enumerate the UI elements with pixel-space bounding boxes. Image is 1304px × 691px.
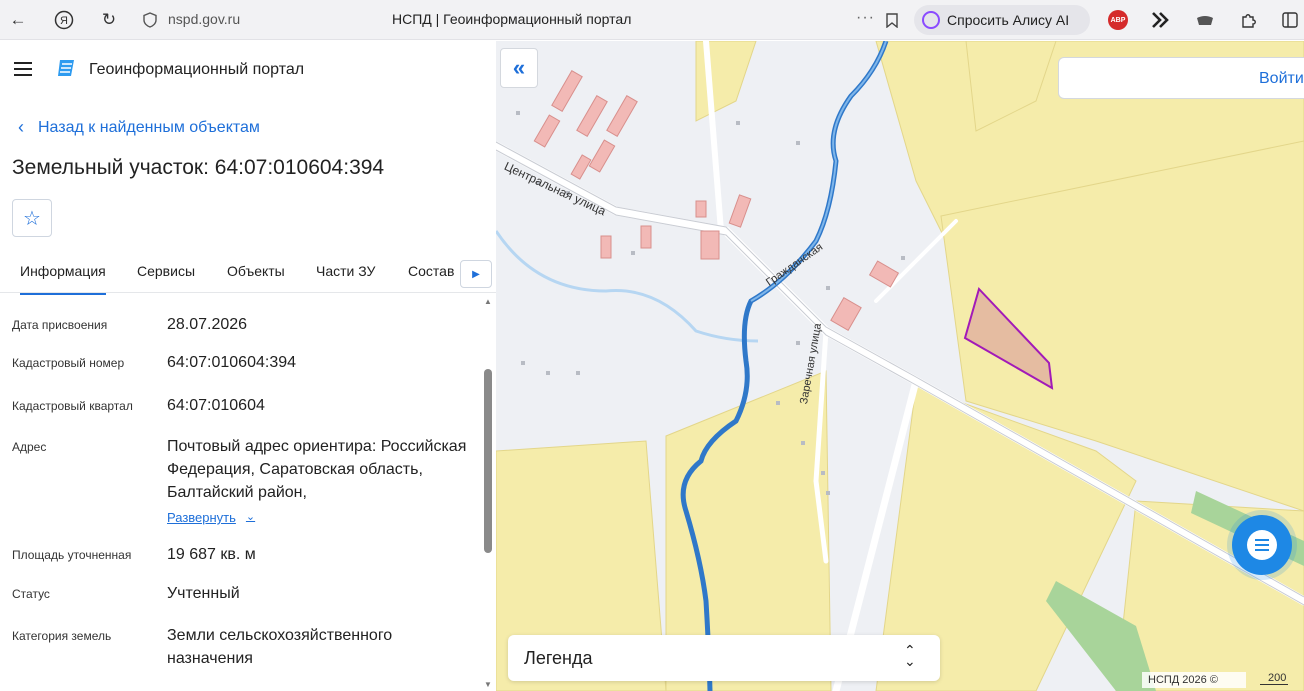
reload-icon[interactable]: ↻ — [97, 8, 121, 32]
ask-alice-button[interactable]: Спросить Алису AI — [914, 5, 1090, 35]
svg-text:Я: Я — [60, 15, 68, 27]
tab-parts[interactable]: Части ЗУ — [316, 263, 375, 279]
chevron-left-icon: ‹ — [18, 117, 24, 137]
address-block: Почтовый адрес ориентира: Российская Фед… — [167, 435, 472, 529]
favorite-button[interactable]: ☆ — [12, 199, 52, 237]
puzzle-icon[interactable] — [1237, 8, 1261, 32]
star-icon: ☆ — [23, 207, 41, 230]
property-label: Статус — [12, 587, 50, 601]
object-tabs: Информация Сервисы Объекты Части ЗУ Сост… — [0, 253, 496, 295]
browser-toolbar: ← Я ↻ nspd.gov.ru НСПД | Геоинформационн… — [0, 0, 1304, 40]
more-icon[interactable]: ··· — [856, 9, 875, 27]
property-value: Учтенный — [167, 585, 240, 602]
sidebar-toggle-icon[interactable] — [1278, 8, 1302, 32]
properties-list: Дата присвоения 28.07.2026 Кадастровый н… — [0, 295, 482, 691]
portal-logo-icon — [56, 57, 78, 79]
hat-icon[interactable] — [1193, 8, 1217, 32]
double-chevron-left-icon: « — [512, 55, 526, 80]
extension-icon[interactable] — [1149, 8, 1173, 32]
map-scale: 200 — [1260, 672, 1289, 685]
ask-alice-label: Спросить Алису AI — [947, 12, 1070, 28]
collapse-sidebar-button[interactable]: « — [500, 48, 538, 88]
tab-objects[interactable]: Объекты — [227, 263, 285, 279]
property-value: 64:07:010604 — [167, 397, 265, 414]
object-sidebar: Геоинформационный портал ‹ Назад к найде… — [0, 41, 496, 691]
scrollbar-thumb[interactable] — [484, 369, 492, 553]
tab-services[interactable]: Сервисы — [137, 263, 195, 279]
shield-icon[interactable] — [138, 8, 162, 32]
property-value: Почтовый адрес ориентира: Российская Фед… — [167, 438, 467, 501]
tabs-next-button[interactable]: ▶ — [460, 260, 492, 288]
chat-button[interactable] — [1232, 515, 1292, 575]
tab-information[interactable]: Информация — [20, 263, 106, 295]
back-to-results-link[interactable]: ‹ Назад к найденным объектам — [18, 117, 260, 138]
portal-title: Геоинформационный портал — [89, 61, 305, 78]
back-arrow-icon[interactable]: ← — [6, 8, 30, 32]
bookmark-icon[interactable] — [880, 8, 904, 32]
property-value: Земли сельскохозяйственного назначения — [167, 627, 393, 667]
property-label: Категория земель — [12, 629, 112, 643]
land-parcels — [496, 41, 1304, 691]
expand-address-link[interactable]: Развернуть ⌄ — [167, 506, 255, 529]
back-link-label: Назад к найденным объектам — [38, 118, 260, 136]
property-label: Кадастровый квартал — [12, 399, 133, 413]
chevron-down-icon: ⌄ — [245, 511, 256, 523]
login-label: Войти — [1259, 70, 1304, 87]
chevron-right-icon: ▶ — [472, 268, 480, 280]
property-label: Дата присвоения — [12, 318, 108, 332]
tab-title: НСПД | Геоинформационный портал — [392, 11, 632, 27]
tab-composition[interactable]: Состав — [408, 263, 454, 279]
property-label: Площадь уточненная — [12, 548, 132, 562]
expand-label: Развернуть — [167, 510, 236, 525]
alice-icon — [922, 11, 940, 29]
legend-label: Легенда — [524, 648, 593, 668]
property-row-address: Адрес Почтовый адрес ориентира: Российск… — [12, 435, 472, 525]
page-title: Земельный участок: 64:07:010604:394 — [12, 156, 385, 179]
properties-scrollbar[interactable]: ▲ ▼ — [482, 295, 494, 691]
scroll-down-icon[interactable]: ▼ — [484, 680, 492, 689]
map-copyright: НСПД 2026 © — [1142, 672, 1246, 688]
expand-collapse-icon[interactable]: ⌃ ⌄ — [904, 643, 916, 668]
property-value: 28.07.2026 — [167, 316, 248, 333]
map-canvas[interactable] — [496, 41, 1304, 691]
menu-icon[interactable] — [14, 62, 32, 76]
property-value: 19 687 кв. м — [167, 546, 256, 563]
chat-icon — [1247, 530, 1277, 560]
property-label: Адрес — [12, 440, 47, 454]
adblock-icon[interactable]: ABP — [1108, 10, 1128, 30]
legend-panel[interactable]: Легенда ⌃ ⌄ — [508, 635, 940, 681]
property-value: 64:07:010604:394 — [167, 354, 297, 371]
scroll-up-icon[interactable]: ▲ — [484, 297, 492, 306]
address-bar[interactable]: nspd.gov.ru — [168, 11, 240, 27]
login-button[interactable]: Войти — [1058, 57, 1304, 99]
map-view[interactable]: Центральная улица Заречная улица Граждан… — [496, 41, 1304, 691]
property-label: Кадастровый номер — [12, 356, 125, 370]
yandex-icon[interactable]: Я — [52, 8, 76, 32]
